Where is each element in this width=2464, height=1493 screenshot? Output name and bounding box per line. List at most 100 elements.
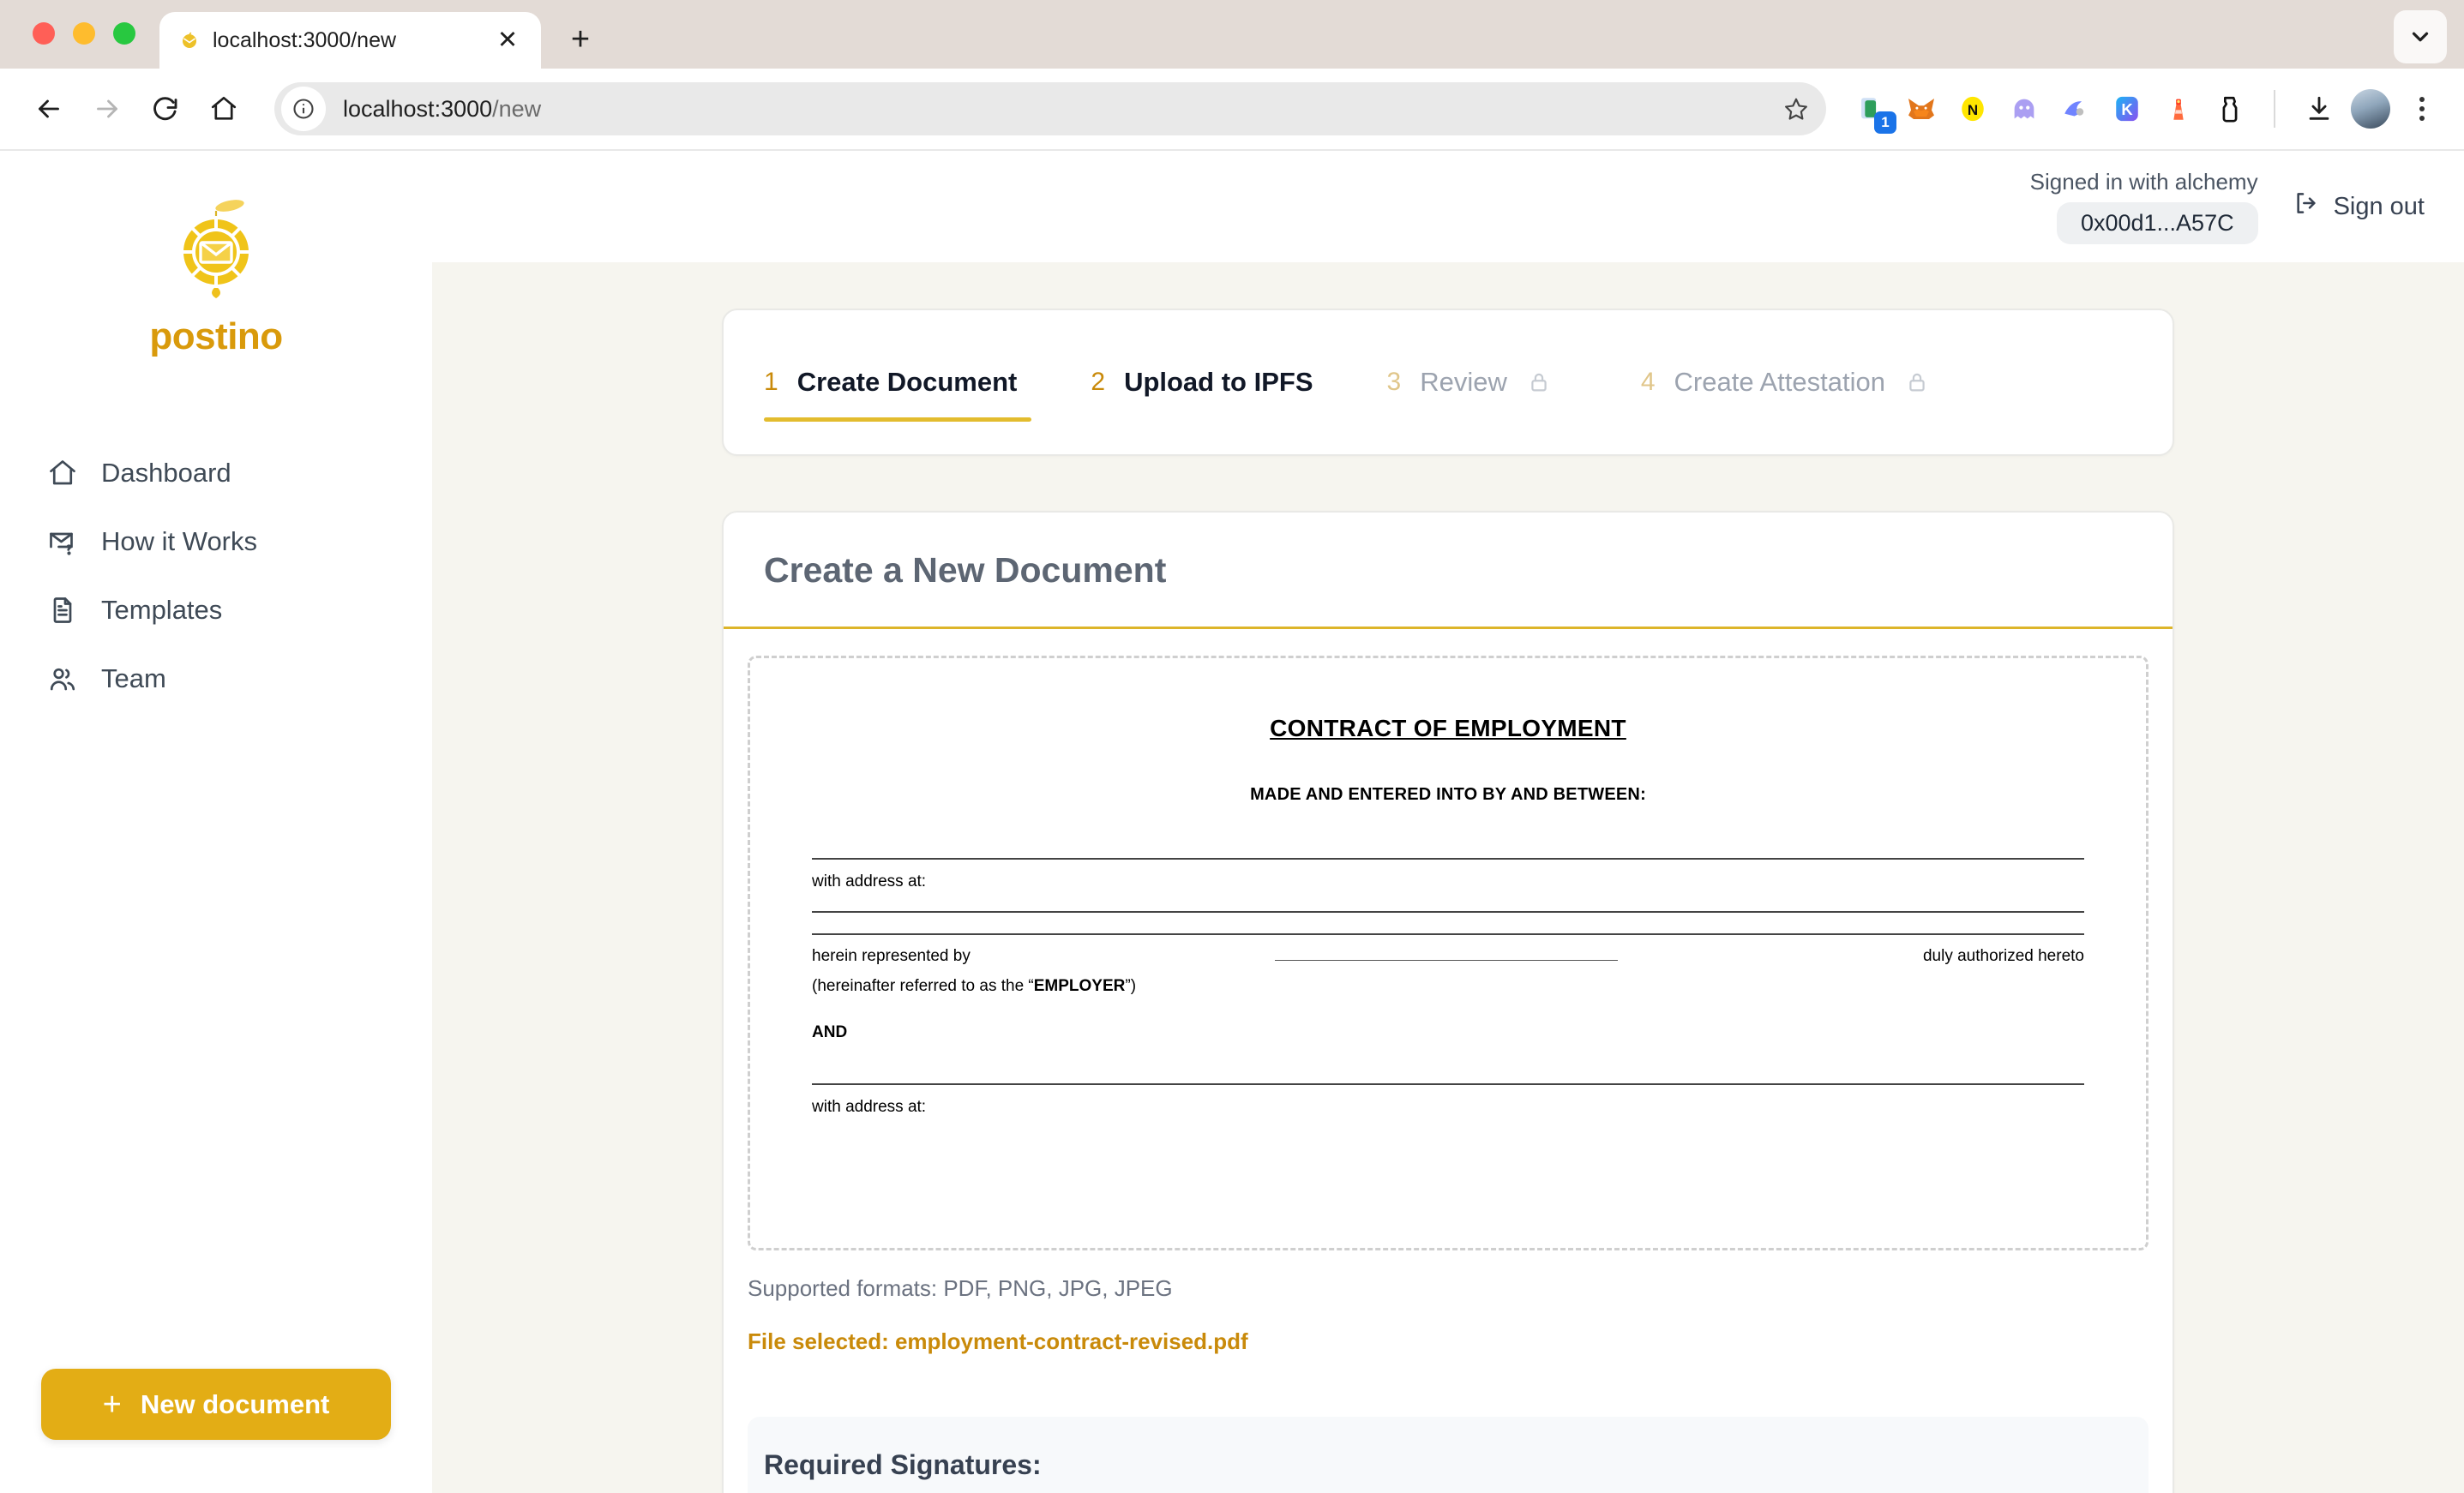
address-bar[interactable]: localhost:3000/new	[274, 82, 1826, 135]
lock-icon	[1904, 369, 1930, 395]
reload-icon[interactable]	[139, 82, 192, 135]
preview-address-label-2: with address at:	[812, 1098, 927, 1117]
sidebar-item-label: Dashboard	[101, 458, 231, 488]
document-preview: CONTRACT OF EMPLOYMENT MADE AND ENTERED …	[750, 658, 2146, 1118]
preview-title: CONTRACT OF EMPLOYMENT	[1270, 715, 1626, 741]
browser-toolbar: localhost:3000/new 1 N K	[0, 69, 2464, 151]
step-review: 3 Review	[1387, 310, 1552, 454]
kebab-menu-icon[interactable]	[2402, 89, 2442, 129]
lock-icon	[1526, 369, 1552, 395]
app-topbar: Signed in with alchemy 0x00d1...A57C Sig…	[432, 151, 2464, 262]
app-sidebar: postino Dashboard How it Works Templates…	[0, 151, 432, 1493]
required-signatures-panel: Required Signatures:	[748, 1417, 2148, 1493]
new-document-button[interactable]: + New document	[41, 1369, 391, 1440]
preview-subtitle: MADE AND ENTERED INTO BY AND BETWEEN:	[1250, 785, 1646, 804]
step-number: 2	[1091, 368, 1106, 396]
step-label: Create Attestation	[1674, 367, 1885, 397]
chevron-down-icon[interactable]	[2394, 10, 2447, 63]
extension-badge-count: 1	[1874, 111, 1896, 134]
create-document-card-body: CONTRACT OF EMPLOYMENT MADE AND ENTERED …	[724, 629, 2173, 1493]
browser-tab-title: localhost:3000/new	[213, 27, 397, 52]
step-upload-to-ipfs[interactable]: 2 Upload to IPFS	[1091, 310, 1313, 454]
site-info-icon[interactable]	[281, 87, 326, 131]
signed-in-label: Signed in with alchemy	[2029, 169, 2258, 195]
step-number: 1	[764, 368, 778, 396]
signed-in-block: Signed in with alchemy 0x00d1...A57C	[2030, 169, 2258, 244]
star-icon[interactable]	[1773, 86, 1819, 132]
url-path: /new	[492, 95, 542, 122]
preview-hereinafter-line: (hereinafter referred to as the “EMPLOYE…	[812, 976, 2084, 997]
metamask-fox-icon[interactable]	[1902, 89, 1941, 129]
step-create-document[interactable]: 1 Create Document	[764, 310, 1032, 454]
app-page: postino Dashboard How it Works Templates…	[0, 151, 2464, 1493]
preview-represented-prefix: herein represented by	[812, 946, 971, 965]
preview-hereinafter-bold: EMPLOYER	[1033, 976, 1126, 995]
sidebar-item-team[interactable]: Team	[0, 645, 432, 713]
document-text-icon	[46, 594, 79, 627]
page-title: Create a New Document	[764, 550, 1167, 590]
close-window-button[interactable]	[33, 22, 55, 45]
sidebar-item-label: Templates	[101, 595, 223, 625]
profile-avatar[interactable]	[2351, 89, 2390, 129]
forward-arrow-icon[interactable]	[81, 82, 134, 135]
ghost-extension-icon[interactable]	[2004, 89, 2044, 129]
clipboard-extension-icon[interactable]: 1	[1850, 89, 1896, 134]
create-document-card-header: Create a New Document	[724, 513, 2173, 629]
address-bar-url: localhost:3000/new	[343, 96, 541, 123]
file-dropzone[interactable]: CONTRACT OF EMPLOYMENT MADE AND ENTERED …	[748, 656, 2148, 1250]
extensions-area: 1 N K	[1850, 89, 2442, 134]
main-column: Signed in with alchemy 0x00d1...A57C Sig…	[432, 151, 2464, 1493]
preview-hereinafter-pre: (hereinafter referred to as the “	[812, 976, 1034, 995]
minimize-window-button[interactable]	[73, 22, 95, 45]
brand-block: postino	[0, 151, 432, 358]
sidebar-item-dashboard[interactable]: Dashboard	[0, 439, 432, 507]
sidebar-footer: + New document	[0, 1369, 432, 1493]
users-icon	[46, 663, 79, 695]
brand-name: postino	[149, 315, 283, 357]
step-create-attestation: 4 Create Attestation	[1641, 310, 1930, 454]
download-icon[interactable]	[2299, 89, 2339, 129]
sign-out-icon	[2293, 189, 2320, 224]
step-number: 4	[1640, 368, 1656, 396]
lighthouse-icon[interactable]	[2159, 89, 2198, 129]
svg-text:N: N	[1968, 102, 1978, 118]
preview-address-label-1: with address at:	[812, 872, 927, 890]
plus-icon[interactable]: +	[556, 15, 604, 63]
browser-tab-strip: localhost:3000/new ✕ +	[0, 0, 2464, 69]
back-arrow-icon[interactable]	[22, 82, 75, 135]
sidebar-item-templates[interactable]: Templates	[0, 576, 432, 645]
wizard-stepper: 1 Create Document 2 Upload to IPFS 3 Rev…	[722, 309, 2174, 456]
wallet-address-badge[interactable]: 0x00d1...A57C	[2056, 202, 2258, 244]
sidebar-nav: Dashboard How it Works Templates Team	[0, 439, 432, 713]
url-host: localhost:3000	[343, 95, 493, 122]
window-traffic-lights	[0, 22, 135, 69]
home-icon[interactable]	[197, 82, 250, 135]
rabby-wallet-icon[interactable]	[2056, 89, 2095, 129]
selected-file-text: File selected: employment-contract-revis…	[748, 1328, 1248, 1354]
sidebar-item-label: How it Works	[101, 526, 258, 556]
envelope-question-icon	[46, 525, 79, 558]
maximize-window-button[interactable]	[113, 22, 135, 45]
preview-inline-blank	[1275, 947, 1619, 961]
sign-out-button[interactable]: Sign out	[2293, 189, 2425, 224]
browser-tab[interactable]: localhost:3000/new ✕	[159, 12, 541, 69]
phantom-wallet-icon[interactable]	[2210, 89, 2250, 129]
postino-logo-icon	[163, 192, 269, 298]
step-label: Review	[1420, 367, 1507, 397]
keplr-k-icon[interactable]: K	[2107, 89, 2147, 129]
new-document-button-label: New document	[140, 1388, 330, 1419]
svg-text:K: K	[2121, 100, 2133, 118]
sidebar-item-how-it-works[interactable]: How it Works	[0, 507, 432, 576]
nounspace-n-icon[interactable]: N	[1953, 89, 1992, 129]
step-label: Upload to IPFS	[1124, 367, 1313, 397]
content-canvas: 1 Create Document 2 Upload to IPFS 3 Rev…	[432, 262, 2464, 1493]
required-signatures-title: Required Signatures:	[764, 1449, 1042, 1480]
close-icon[interactable]: ✕	[493, 26, 522, 55]
step-number: 3	[1386, 368, 1402, 396]
preview-represented-suffix: duly authorized hereto	[1922, 946, 2084, 965]
supported-formats-text: Supported formats: PDF, PNG, JPG, JPEG	[748, 1275, 1173, 1301]
postino-favicon-icon	[178, 29, 201, 51]
home-icon	[46, 457, 79, 489]
sign-out-label: Sign out	[2333, 192, 2425, 220]
sidebar-item-label: Team	[101, 663, 166, 693]
